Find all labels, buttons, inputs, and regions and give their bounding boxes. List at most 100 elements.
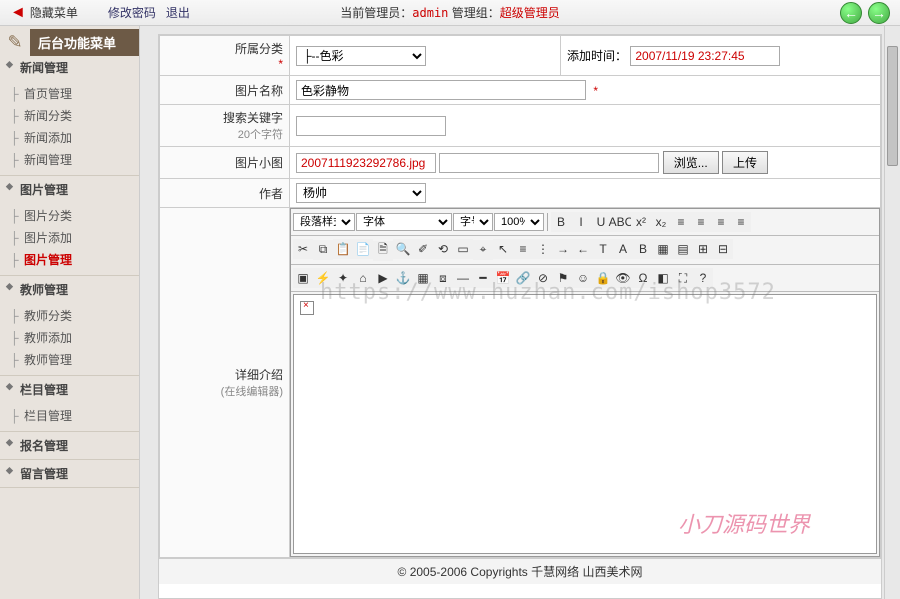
hide-menu-icon[interactable]: ◄: [10, 4, 26, 22]
lock-icon[interactable]: 🔒: [593, 268, 613, 288]
emoji-icon[interactable]: ☺: [573, 268, 593, 288]
admin-name: admin: [412, 6, 448, 20]
date-icon[interactable]: 📅: [493, 268, 513, 288]
full-icon[interactable]: ⛶: [673, 268, 693, 288]
italic-icon[interactable]: I: [571, 212, 591, 232]
indent-icon[interactable]: →: [553, 239, 573, 259]
menu-item[interactable]: 栏目管理: [0, 405, 139, 427]
change-password-link[interactable]: 修改密码: [108, 4, 156, 21]
hide-menu-link[interactable]: 隐藏菜单: [30, 4, 78, 21]
menu-section-1[interactable]: 图片管理: [0, 176, 139, 203]
menu-item[interactable]: 新闻管理: [0, 149, 139, 171]
rich-text-editor: 段落样式 字体 字号 100% BIUABCx²x₂≡≡≡≡ ✂⧉📋📄🗎🔍✐⟲▭…: [290, 208, 880, 557]
anchor2-icon[interactable]: ⚑: [553, 268, 573, 288]
copy-icon[interactable]: ⧉: [313, 240, 333, 260]
nav-forward-button[interactable]: →: [868, 2, 890, 24]
align-c-icon[interactable]: ≡: [691, 212, 711, 232]
find-icon[interactable]: 🔍: [393, 239, 413, 259]
menu-section-2[interactable]: 教师管理: [0, 276, 139, 303]
menu-section-3[interactable]: 栏目管理: [0, 376, 139, 403]
size-select[interactable]: 字号: [453, 213, 493, 231]
menu-section-0[interactable]: 新闻管理: [0, 54, 139, 81]
menu-item[interactable]: 新闻分类: [0, 105, 139, 127]
align-r-icon[interactable]: ≡: [711, 212, 731, 232]
logout-link[interactable]: 退出: [166, 4, 190, 21]
flash-icon[interactable]: ✦: [333, 268, 353, 288]
menu-item[interactable]: 图片分类: [0, 205, 139, 227]
menu-item[interactable]: 首页管理: [0, 83, 139, 105]
content-panel: 所属分类* ├--色彩 添加时间： 图片名称 * 搜索关键字20个字符: [158, 34, 882, 599]
hilite-icon[interactable]: B: [633, 239, 653, 259]
sel-all-icon[interactable]: ▭: [453, 239, 473, 259]
format-icon[interactable]: ⟲: [433, 239, 453, 259]
paste-word-icon[interactable]: 📄: [353, 239, 373, 259]
anchor-icon[interactable]: ⚓: [393, 268, 413, 288]
author-select[interactable]: 杨帅: [296, 183, 426, 203]
admin-group: 超级管理员: [500, 6, 560, 20]
menu-item[interactable]: 教师添加: [0, 327, 139, 349]
paste-text-icon[interactable]: 🗎: [373, 241, 393, 261]
menu-item[interactable]: 图片添加: [0, 227, 139, 249]
addtime-input[interactable]: [630, 46, 780, 66]
menu-section-5[interactable]: 留言管理: [0, 460, 139, 487]
help-icon[interactable]: ?: [693, 268, 713, 288]
link-icon[interactable]: 🔗: [513, 268, 533, 288]
cut-icon[interactable]: ✂: [293, 239, 313, 259]
broken-image-icon: [300, 301, 314, 315]
split-icon[interactable]: ⊟: [713, 239, 733, 259]
menu-item[interactable]: 教师分类: [0, 305, 139, 327]
align-j-icon[interactable]: ≡: [731, 212, 751, 232]
row-icon[interactable]: ▤: [673, 239, 693, 259]
menu-section-4[interactable]: 报名管理: [0, 432, 139, 459]
ul-icon[interactable]: ⋮: [533, 239, 553, 259]
zoom-select[interactable]: 100%: [494, 213, 544, 231]
home-icon[interactable]: ⌂: [353, 268, 373, 288]
template-icon[interactable]: ▦: [413, 268, 433, 288]
eraser-icon[interactable]: ✐: [413, 239, 433, 259]
nav-back-button[interactable]: ←: [840, 2, 862, 24]
hr-icon[interactable]: —: [453, 268, 473, 288]
bold-icon[interactable]: B: [551, 212, 571, 232]
fg-icon[interactable]: T: [593, 239, 613, 259]
thumb-path-input[interactable]: [439, 153, 659, 173]
cursor-icon[interactable]: ⌖: [473, 240, 493, 260]
source-icon[interactable]: ◧: [653, 268, 673, 288]
editor-canvas[interactable]: [293, 294, 877, 554]
menu-item[interactable]: 新闻添加: [0, 127, 139, 149]
col-icon[interactable]: ▦: [653, 239, 673, 259]
font-select[interactable]: 字体: [356, 213, 452, 231]
sub-icon[interactable]: x₂: [651, 212, 671, 232]
video-icon[interactable]: ▶: [373, 268, 393, 288]
upload-button[interactable]: 上传: [722, 151, 768, 174]
view-icon[interactable]: 👁: [613, 268, 633, 288]
style-select[interactable]: 段落样式: [293, 213, 355, 231]
strike-icon[interactable]: ABC: [611, 212, 631, 232]
snippet-icon[interactable]: ⧈: [433, 268, 453, 288]
menu-item[interactable]: 教师管理: [0, 349, 139, 371]
hr2-icon[interactable]: ━: [473, 268, 493, 288]
keywords-input[interactable]: [296, 116, 446, 136]
merge-icon[interactable]: ⊞: [693, 239, 713, 259]
paste-icon[interactable]: 📋: [333, 239, 353, 259]
name-input[interactable]: [296, 80, 586, 100]
editor-toolbar-row3: ▣⚡✦⌂▶⚓▦⧈—━📅🔗⊘⚑☺🔒👁Ω◧⛶?: [291, 265, 879, 293]
ol-icon[interactable]: ≡: [513, 239, 533, 259]
char-icon[interactable]: Ω: [633, 268, 653, 288]
browse-button[interactable]: 浏览...: [663, 151, 719, 174]
media-icon[interactable]: ⚡: [313, 268, 333, 288]
scrollbar-thumb[interactable]: [887, 46, 898, 166]
bg-icon[interactable]: A: [613, 239, 633, 259]
sidebar-header: 后台功能菜单: [30, 29, 139, 56]
sidebar: ✎ 后台功能菜单 新闻管理首页管理新闻分类新闻添加新闻管理图片管理图片分类图片添…: [0, 26, 140, 599]
unlink-icon[interactable]: ⊘: [533, 268, 553, 288]
menu-item[interactable]: 图片管理: [0, 249, 139, 271]
logo-icon: ✎: [0, 30, 30, 54]
super-icon[interactable]: x²: [631, 212, 651, 232]
pointer-icon[interactable]: ↖: [493, 239, 513, 259]
outdent-icon[interactable]: ←: [573, 239, 593, 259]
vertical-scrollbar[interactable]: [884, 26, 900, 599]
category-select[interactable]: ├--色彩: [296, 46, 426, 66]
align-l-icon[interactable]: ≡: [671, 212, 691, 232]
thumb-value-input[interactable]: [296, 153, 436, 173]
img-icon[interactable]: ▣: [293, 268, 313, 288]
